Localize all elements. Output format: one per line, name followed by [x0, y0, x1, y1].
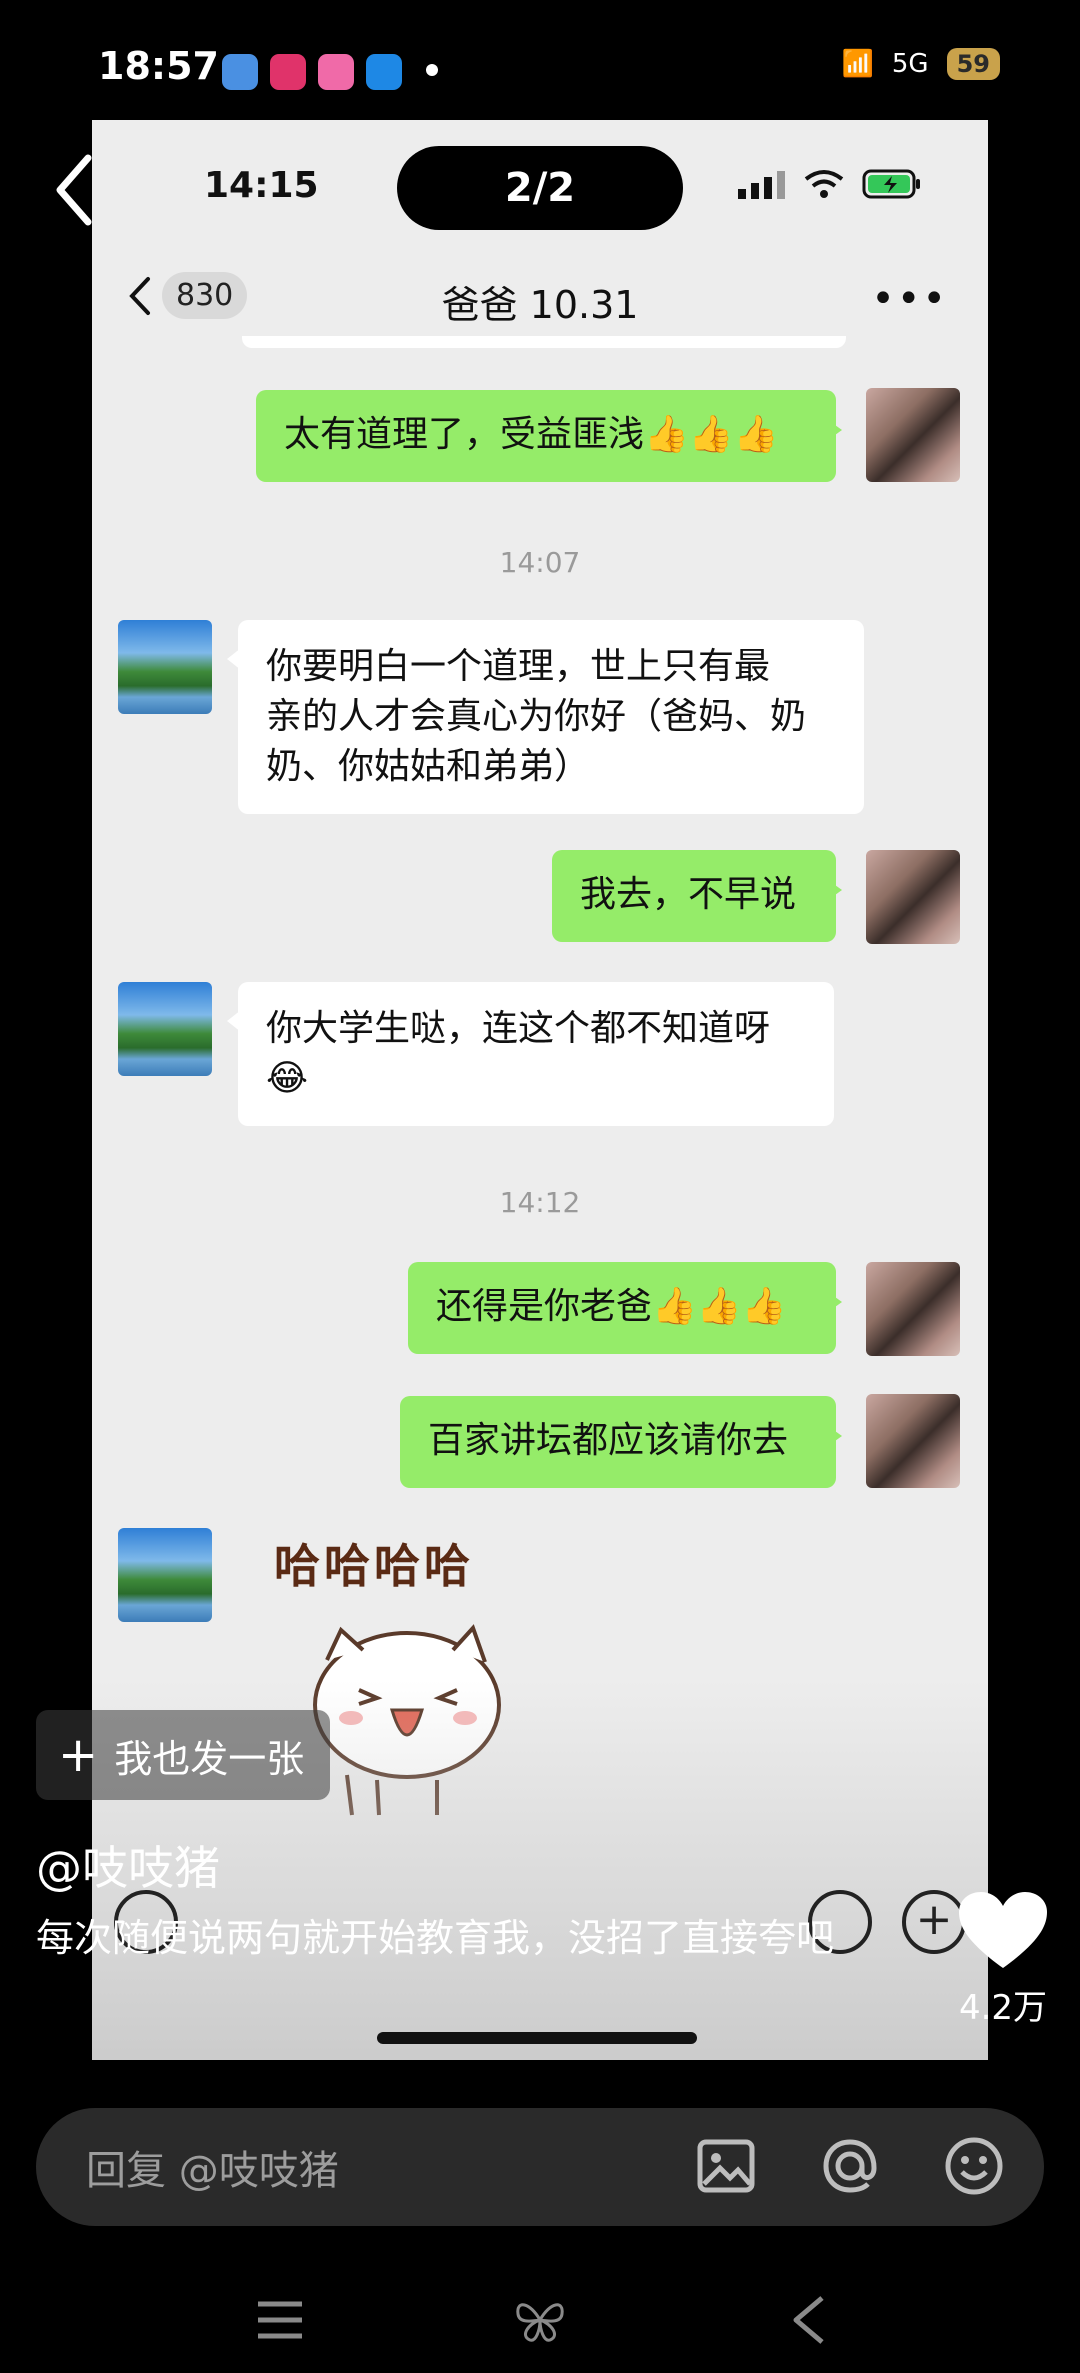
weather-app-icon [222, 54, 258, 90]
my-avatar [866, 850, 960, 944]
signal-icon: 📶 [841, 49, 874, 79]
sticker-caption: 哈哈哈哈 [274, 1539, 474, 1593]
message-line: 你要明白一个道理，世上只有最 [266, 646, 771, 687]
system-time: 18:57 [98, 44, 219, 88]
heart-icon[interactable] [957, 1890, 1049, 1972]
message-bubble-outgoing: 太有道理了，受益匪浅👍👍👍 [256, 390, 842, 482]
image-icon[interactable] [694, 2134, 758, 2198]
battery-icon [862, 169, 920, 199]
partial-message-bubble [242, 336, 846, 348]
emoji-icon[interactable] [942, 2134, 1006, 2198]
dad-avatar [118, 620, 212, 714]
message-bubble-outgoing: 我去，不早说 [552, 850, 842, 942]
bottom-navigation [0, 2270, 1080, 2370]
message-line: 你大学生哒，连这个都不知道呀 [266, 1008, 771, 1049]
at-icon[interactable] [818, 2134, 882, 2198]
post-caption: 每次随便说两句就开始教育我，没招了直接夸吧 [36, 1916, 835, 1960]
message-bubble-outgoing: 还得是你老爸👍👍👍 [408, 1262, 842, 1354]
camera-app-icon [318, 54, 354, 90]
butterfly-icon[interactable] [512, 2292, 568, 2348]
timestamp: 14:07 [499, 546, 581, 579]
message-bubble-incoming: 你要明白一个道理，世上只有最 亲的人才会真心为你好（爸妈、奶 奶、你姑姑和弟弟） [227, 620, 864, 814]
like-count: 4.2万 [958, 1988, 1048, 2028]
message-bubble-outgoing: 百家讲坛都应该请你去 [400, 1396, 842, 1488]
chevron-left-icon[interactable] [52, 150, 96, 230]
music-app-icon [270, 54, 306, 90]
message-line: 奶、你姑姑和弟弟） [266, 746, 591, 787]
chat-title: 爸爸 10.31 [441, 283, 639, 327]
system-status-icons: 📶 5G 59 [842, 48, 1000, 80]
reply-input[interactable]: 回复 @吱吱猪 [86, 2138, 339, 2196]
my-avatar [866, 1262, 960, 1356]
screenshot-time: 14:15 [204, 165, 319, 206]
wifi-icon [804, 170, 844, 198]
signal-icon [738, 171, 785, 199]
dad-avatar [118, 1528, 212, 1622]
message-bubble-incoming: 你大学生哒，连这个都不知道呀 😂 [227, 982, 834, 1126]
battery-icon: 59 [946, 48, 1000, 80]
like-button[interactable]: 4.2万 [948, 1890, 1058, 2029]
menu-icon[interactable] [252, 2292, 308, 2348]
message-line: 😂 [266, 1058, 309, 1099]
network-label: 5G [891, 49, 929, 79]
more-icon[interactable]: ••• [871, 276, 948, 322]
plus-icon: + [58, 1727, 99, 1783]
author-name[interactable]: @吱吱猪 [36, 1832, 220, 1898]
notification-dot [426, 64, 438, 76]
page-indicator: 2/2 [397, 146, 683, 230]
dad-avatar [118, 982, 212, 1076]
chat-header: 830 爸爸 10.31 ••• [92, 250, 988, 350]
message-line: 亲的人才会真心为你好（爸妈、奶 [266, 696, 807, 737]
screenshot-status-bar: 14:15 2/2 [92, 120, 988, 250]
browser-app-icon [366, 54, 402, 90]
my-avatar [866, 388, 960, 482]
timestamp: 14:12 [499, 1186, 581, 1219]
my-avatar [866, 1394, 960, 1488]
home-indicator [377, 2032, 697, 2044]
back-icon[interactable] [782, 2292, 838, 2348]
post-similar-label: 我也发一张 [114, 1736, 305, 1781]
post-similar-button[interactable]: + 我也发一张 [36, 1710, 331, 1800]
reply-bar: 回复 @吱吱猪 [36, 2108, 1044, 2226]
